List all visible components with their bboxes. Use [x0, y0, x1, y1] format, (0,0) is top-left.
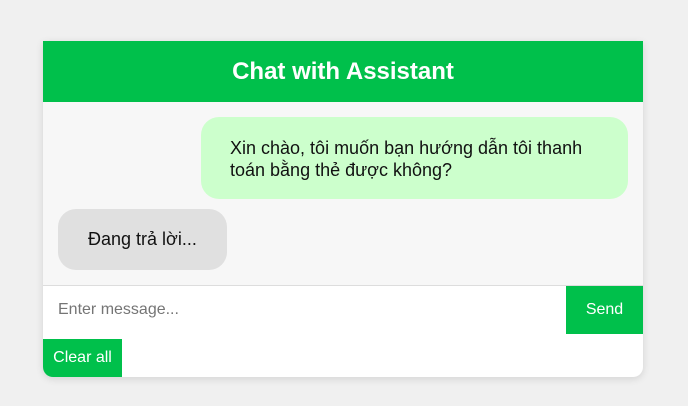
chat-window: Chat with Assistant Xin chào, tôi muốn b… [43, 41, 643, 377]
message-list: Xin chào, tôi muốn bạn hướng dẫn tôi tha… [43, 102, 643, 286]
chat-header: Chat with Assistant [43, 41, 643, 102]
chat-title: Chat with Assistant [232, 57, 454, 85]
assistant-message: Đang trả lời... [58, 209, 227, 270]
send-button[interactable]: Send [566, 286, 643, 334]
composer: Send [43, 286, 643, 334]
message-input[interactable] [43, 286, 566, 334]
user-message: Xin chào, tôi muốn bạn hướng dẫn tôi tha… [201, 117, 628, 199]
clear-all-button[interactable]: Clear all [43, 339, 122, 377]
